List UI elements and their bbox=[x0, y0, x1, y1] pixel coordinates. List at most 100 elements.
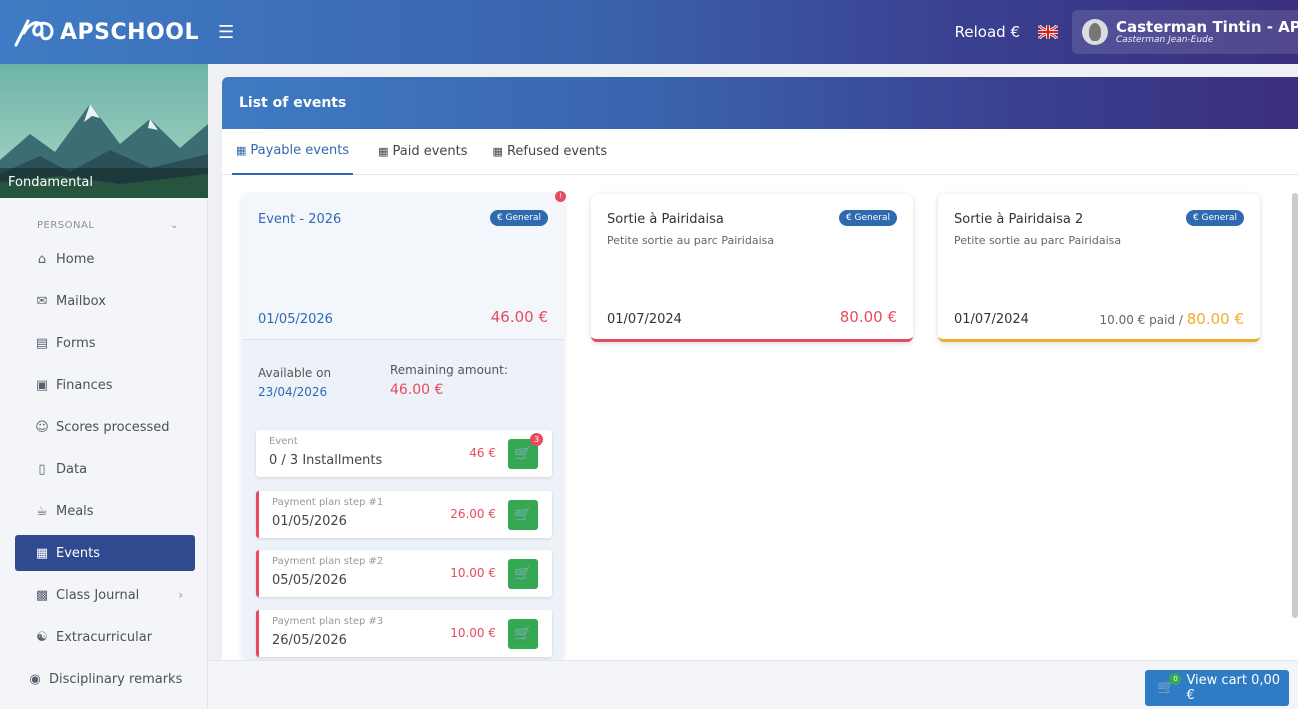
footer: 🛒 0 View cart 0,00 € bbox=[208, 660, 1298, 709]
step-value: 0 / 3 Installments bbox=[269, 453, 383, 468]
event-card[interactable]: Sortie à Pairidaisa Petite sortie au par… bbox=[591, 194, 913, 342]
sidebar-item-label: Class Journal bbox=[56, 587, 140, 603]
sidebar-item-meals[interactable]: ☕ Meals bbox=[15, 493, 195, 529]
envelope-icon: ✉ bbox=[36, 293, 48, 309]
form-icon: ▤ bbox=[35, 335, 49, 351]
sidebar-item-mailbox[interactable]: ✉ Mailbox bbox=[15, 283, 195, 319]
step-label: Payment plan step #3 bbox=[272, 616, 384, 627]
page-title: List of events bbox=[222, 77, 1298, 129]
brand[interactable]: APSCHOOL bbox=[0, 0, 208, 64]
menu-toggle-icon[interactable]: ☰ bbox=[218, 22, 234, 43]
cart-icon: 🛒 bbox=[514, 446, 532, 462]
calendar-icon: ▦ bbox=[236, 144, 247, 157]
payment-plan-step: Payment plan step #2 05/05/2026 10.00 € … bbox=[256, 550, 552, 597]
users-icon: ☺ bbox=[35, 419, 49, 435]
chevron-right-icon: › bbox=[178, 588, 183, 602]
step-value: 26/05/2026 bbox=[272, 633, 347, 648]
event-tabs: ▦ Payable events ▦ Paid events ▦ Refused… bbox=[222, 129, 1298, 175]
notification-badge: ! bbox=[555, 191, 566, 202]
sidebar-item-class-journal[interactable]: ▩ Class Journal › bbox=[15, 577, 195, 613]
cart-icon: 🛒 bbox=[514, 507, 532, 523]
tab-label: Payable events bbox=[250, 143, 350, 158]
event-card[interactable]: Event - 2026 € General 01/05/2026 46.00 … bbox=[242, 191, 566, 659]
calendar-check-icon: ▦ bbox=[378, 145, 389, 158]
sidebar-item-finances[interactable]: ▣ Finances bbox=[15, 367, 195, 403]
event-card[interactable]: Sortie à Pairidaisa 2 Petite sortie au p… bbox=[938, 194, 1260, 342]
add-to-cart-button[interactable]: 🛒 bbox=[508, 619, 538, 649]
add-to-cart-button[interactable]: 🛒 bbox=[508, 500, 538, 530]
sidebar-item-extracurricular[interactable]: ☯ Extracurricular bbox=[15, 619, 195, 655]
sidebar-item-scores[interactable]: ☺ Scores processed bbox=[15, 409, 195, 445]
events-panel: List of events ▦ Payable events ▦ Paid e… bbox=[222, 77, 1298, 660]
event-date: 01/05/2026 bbox=[258, 312, 333, 327]
availability-info: Available on 23/04/2026 bbox=[258, 364, 331, 402]
event-description: Petite sortie au parc Pairidaisa bbox=[954, 234, 1122, 247]
scrollbar-thumb[interactable] bbox=[1292, 193, 1298, 618]
remaining-label: Remaining amount: bbox=[390, 363, 508, 377]
sidebar-item-label: Events bbox=[56, 545, 101, 561]
event-amount: 10.00 € paid / 80.00 € bbox=[1100, 310, 1245, 328]
add-to-cart-button[interactable]: 🛒 3 bbox=[508, 433, 543, 469]
sidebar-item-label: Disciplinary remarks bbox=[49, 671, 183, 687]
remaining-value: 46.00 € bbox=[390, 382, 444, 398]
view-cart-button[interactable]: 🛒 0 View cart 0,00 € bbox=[1145, 670, 1289, 706]
sidebar-item-events[interactable]: ▦ Events bbox=[15, 535, 195, 571]
avatar bbox=[1082, 19, 1108, 45]
sidebar-item-label: Finances bbox=[56, 377, 113, 393]
apschool-logo-icon bbox=[14, 19, 54, 47]
journal-icon: ▩ bbox=[35, 587, 49, 603]
sidebar-section-personal[interactable]: PERSONAL ⌄ bbox=[0, 198, 207, 241]
sidebar-item-disciplinary[interactable]: ◉ Disciplinary remarks bbox=[15, 661, 195, 697]
step-amount: 46 € bbox=[469, 446, 496, 460]
sidebar-item-forms[interactable]: ▤ Forms bbox=[15, 325, 195, 361]
user-menu[interactable]: Casterman Tintin - AP4B Casterman Jean-E… bbox=[1072, 10, 1298, 54]
step-amount: 26.00 € bbox=[450, 507, 496, 521]
step-amount: 10.00 € bbox=[450, 566, 496, 580]
category-badge: € General bbox=[489, 210, 548, 226]
view-cart-label: View cart 0,00 € bbox=[1186, 673, 1281, 703]
section-title: PERSONAL bbox=[37, 220, 95, 231]
event-title: Event - 2026 bbox=[258, 212, 342, 227]
step-value: 05/05/2026 bbox=[272, 573, 347, 588]
scrollbar[interactable] bbox=[1292, 177, 1298, 647]
sidebar-item-label: Scores processed bbox=[56, 419, 170, 435]
sidebar-item-label: Home bbox=[56, 251, 95, 267]
event-description: Petite sortie au parc Pairidaisa bbox=[607, 234, 775, 247]
payment-plan-step: Payment plan step #3 26/05/2026 10.00 € … bbox=[256, 610, 552, 657]
paid-amount: 10.00 € paid / bbox=[1099, 313, 1183, 327]
cart-icon: 🛒 0 bbox=[1157, 673, 1182, 696]
reload-button[interactable]: Reload € bbox=[955, 23, 1020, 41]
brand-name: APSCHOOL bbox=[60, 19, 199, 45]
sidebar-item-home[interactable]: ⌂ Home bbox=[15, 241, 195, 277]
sidebar-item-label: Forms bbox=[56, 335, 96, 351]
remaining-amount: Remaining amount: 46.00 € bbox=[390, 360, 550, 400]
sidebar-item-label: Mailbox bbox=[56, 293, 106, 309]
person-icon: ☯ bbox=[36, 629, 48, 645]
event-date: 01/07/2024 bbox=[954, 312, 1029, 327]
sidebar-item-label: Extracurricular bbox=[56, 629, 153, 645]
available-date: 23/04/2026 bbox=[258, 385, 328, 399]
cart-count-badge: 3 bbox=[530, 433, 543, 446]
wallet-icon: ▣ bbox=[35, 377, 49, 393]
add-to-cart-button[interactable]: 🛒 bbox=[508, 559, 538, 589]
step-value: 01/05/2026 bbox=[272, 514, 347, 529]
tab-paid-events[interactable]: ▦ Paid events bbox=[378, 129, 467, 175]
event-amount: 80.00 € bbox=[839, 308, 897, 326]
user-name: Casterman Tintin - AP4B bbox=[1116, 18, 1298, 36]
calendar-icon: ▦ bbox=[35, 545, 49, 561]
chevron-down-icon: ⌄ bbox=[170, 220, 179, 231]
tab-label: Refused events bbox=[506, 144, 608, 159]
uk-flag-icon[interactable] bbox=[1038, 25, 1058, 39]
sidebar-item-data[interactable]: ▯ Data bbox=[15, 451, 195, 487]
event-title: Sortie à Pairidaisa bbox=[607, 212, 724, 227]
event-amount: 46.00 € bbox=[490, 308, 548, 326]
step-label: Event bbox=[269, 436, 298, 447]
tab-label: Paid events bbox=[392, 144, 468, 159]
tab-refused-events[interactable]: ▦ Refused events bbox=[493, 129, 608, 175]
sidebar-item-label: Data bbox=[56, 461, 88, 477]
sidebar-banner: Fondamental bbox=[0, 64, 208, 198]
tab-payable-events[interactable]: ▦ Payable events bbox=[232, 129, 354, 175]
available-label: Available on bbox=[258, 366, 332, 380]
step-label: Payment plan step #1 bbox=[272, 497, 384, 508]
fingerprint-icon: ◉ bbox=[29, 671, 41, 687]
